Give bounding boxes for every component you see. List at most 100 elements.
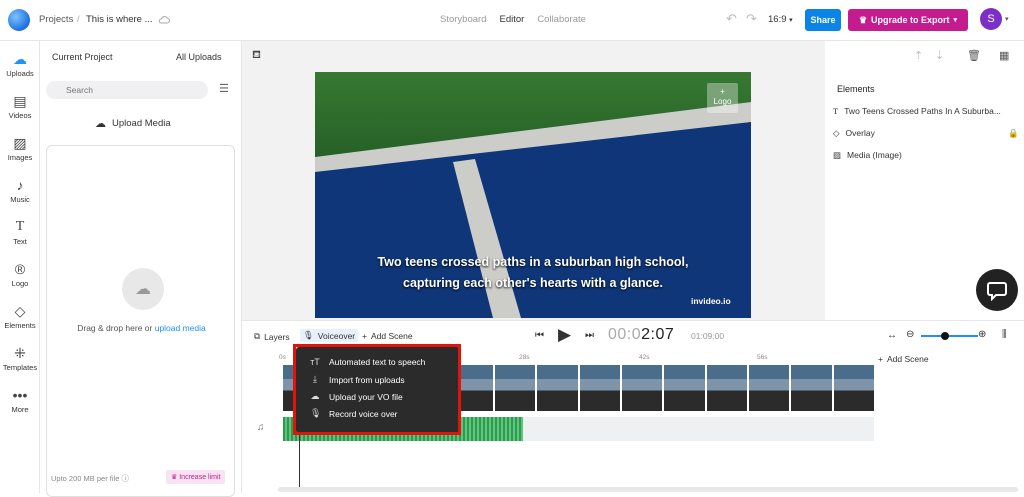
video-preview[interactable]: + Logo Two teens crossed paths in a subur… (315, 72, 751, 318)
tab-current-project[interactable]: Current Project (52, 52, 113, 62)
plus-icon: + (362, 331, 367, 341)
scene-thumbnail[interactable] (706, 365, 749, 411)
grid-icon[interactable]: ▦ (999, 49, 1009, 62)
add-scene-end-button[interactable]: + Add Scene (878, 354, 929, 364)
tab-all-uploads[interactable]: All Uploads (176, 52, 222, 62)
tab-editor[interactable]: Editor (499, 14, 524, 25)
upload-media-label: Upload Media (112, 118, 171, 129)
search-input[interactable] (46, 81, 208, 99)
layers-icon: ⧉ (254, 331, 261, 341)
text-icon: T (833, 106, 839, 116)
upgrade-to-export-button[interactable]: ♛ Upgrade to Export ▾ (848, 9, 968, 31)
tab-collaborate[interactable]: Collaborate (537, 14, 586, 25)
skip-forward-icon[interactable]: ⏭ (585, 330, 594, 341)
rail-item-templates[interactable]: ⁜ Templates (0, 345, 40, 372)
audio-track-empty (523, 417, 874, 441)
breadcrumb-projects[interactable]: Projects (39, 14, 73, 25)
rail-label: Elements (4, 321, 36, 330)
ruler-tick: 28s (519, 354, 530, 361)
rail-label: Videos (8, 111, 32, 120)
horizontal-scrollbar[interactable] (278, 487, 1018, 492)
scene-thumbnail[interactable] (748, 365, 792, 411)
microphone-icon: 🎙 (303, 330, 314, 340)
element-row-overlay[interactable]: ◇ Overlay 🔒 (833, 128, 1019, 139)
element-label: Overlay (845, 128, 875, 138)
tab-storyboard[interactable]: Storyboard (440, 14, 486, 25)
upgrade-label: Upgrade to Export (871, 15, 950, 25)
undo-icon[interactable]: ↶ (726, 11, 737, 27)
voiceover-button[interactable]: 🎙 Voiceover (300, 329, 359, 342)
paint-bucket-icon[interactable]: ⛾ (252, 49, 261, 63)
upload-media-link[interactable]: upload media (155, 323, 206, 333)
ruler-tick: 42s (639, 354, 650, 361)
filter-icon[interactable]: ☰ (219, 82, 229, 95)
highlight-box (293, 344, 461, 435)
scene-thumbnail[interactable] (664, 365, 707, 411)
lock-icon[interactable]: 🔒 (1008, 128, 1019, 139)
play-icon[interactable]: ▶ (558, 325, 571, 345)
zoom-slider-handle[interactable] (941, 332, 949, 340)
timeline-settings-icon[interactable]: ⫼ (1002, 329, 1007, 340)
zoom-slider[interactable] (921, 335, 978, 337)
element-row-media[interactable]: ▨ Media (Image) (833, 150, 1019, 161)
caption-text[interactable]: Two teens crossed paths in a suburban hi… (315, 252, 751, 294)
total-time: 01:09:00 (691, 331, 725, 341)
watermark: invideo.io (691, 296, 731, 306)
trash-icon[interactable]: 🗑 (967, 49, 981, 62)
send-backward-icon[interactable]: ⇡ (914, 49, 923, 62)
layers-button[interactable]: ⧉ Layers (254, 331, 290, 342)
scene-thumbnail[interactable] (833, 365, 874, 411)
app-logo[interactable] (8, 9, 30, 31)
skip-back-icon[interactable]: ⏮ (535, 330, 544, 341)
crown-icon: ♛ (858, 14, 868, 25)
zoom-in-icon[interactable]: ⊕ (978, 329, 986, 340)
caption-line-2: capturing each other's hearts with a gla… (403, 276, 663, 290)
current-time-dim: 00:0 (608, 326, 642, 343)
text-t-icon: T (15, 219, 25, 234)
top-bar: Projects / This is where ... Storyboard … (0, 0, 1024, 41)
add-scene-button[interactable]: + Add Scene (362, 331, 413, 341)
upload-media-button[interactable]: ☁ Upload Media (95, 117, 171, 130)
aspect-ratio-select[interactable]: 16:9 ▾ (768, 14, 793, 25)
avatar[interactable]: S (980, 8, 1002, 30)
scene-thumbnail[interactable] (621, 365, 665, 411)
music-note-icon: ♪ (16, 177, 24, 193)
rail-label: Uploads (6, 69, 34, 78)
chevron-down-icon: ▾ (789, 17, 793, 24)
scene-thumbnail[interactable] (791, 365, 834, 411)
rail-item-music[interactable]: ♪ Music (0, 177, 40, 204)
bring-forward-icon[interactable]: ⇣ (935, 49, 944, 62)
upload-cloud-icon[interactable]: ☁ (122, 268, 164, 310)
music-note-icon: ♫ (257, 422, 265, 433)
redo-icon[interactable]: ↷ (746, 11, 757, 27)
scene-thumbnail[interactable] (579, 365, 622, 411)
scene-thumbnail[interactable] (537, 365, 580, 411)
logo-placeholder[interactable]: + Logo (707, 83, 738, 113)
zoom-out-icon[interactable]: ⊖ (906, 329, 914, 340)
grid-icon: ⁜ (14, 345, 26, 361)
ruler-tick: 56s (757, 354, 768, 361)
chat-support-button[interactable] (976, 269, 1018, 311)
cloud-upload-icon: ☁ (95, 118, 106, 130)
rail-item-uploads[interactable]: ☁ Uploads (0, 51, 40, 78)
breadcrumb-separator: / (77, 14, 80, 25)
element-label: Two Teens Crossed Paths In A Suburba... (844, 106, 1001, 116)
increase-limit-button[interactable]: ♛ Increase limit (166, 470, 226, 484)
current-time: 00:02:07 (608, 326, 674, 344)
element-row-text[interactable]: T Two Teens Crossed Paths In A Suburba..… (833, 106, 1019, 116)
rail-item-logo[interactable]: ® Logo (0, 261, 40, 288)
project-title[interactable]: This is where ... (86, 14, 153, 25)
rail-item-images[interactable]: ▨ Images (0, 135, 40, 162)
drop-zone[interactable]: ☁ Drag & drop here or upload media (46, 145, 235, 497)
rail-item-videos[interactable]: ▤ Videos (0, 93, 40, 120)
fit-width-icon[interactable]: ↔ (887, 330, 897, 341)
share-button[interactable]: Share (805, 9, 841, 31)
elements-title: Elements (837, 84, 875, 94)
plus-icon: + (878, 354, 883, 364)
add-scene-label: Add Scene (370, 331, 413, 341)
rail-item-more[interactable]: ••• More (0, 387, 40, 414)
chevron-down-icon[interactable]: ▾ (1005, 15, 1009, 23)
rail-item-text[interactable]: T Text (0, 219, 40, 246)
scene-thumbnail[interactable] (494, 365, 538, 411)
rail-item-elements[interactable]: ◇ Elements (0, 303, 40, 330)
